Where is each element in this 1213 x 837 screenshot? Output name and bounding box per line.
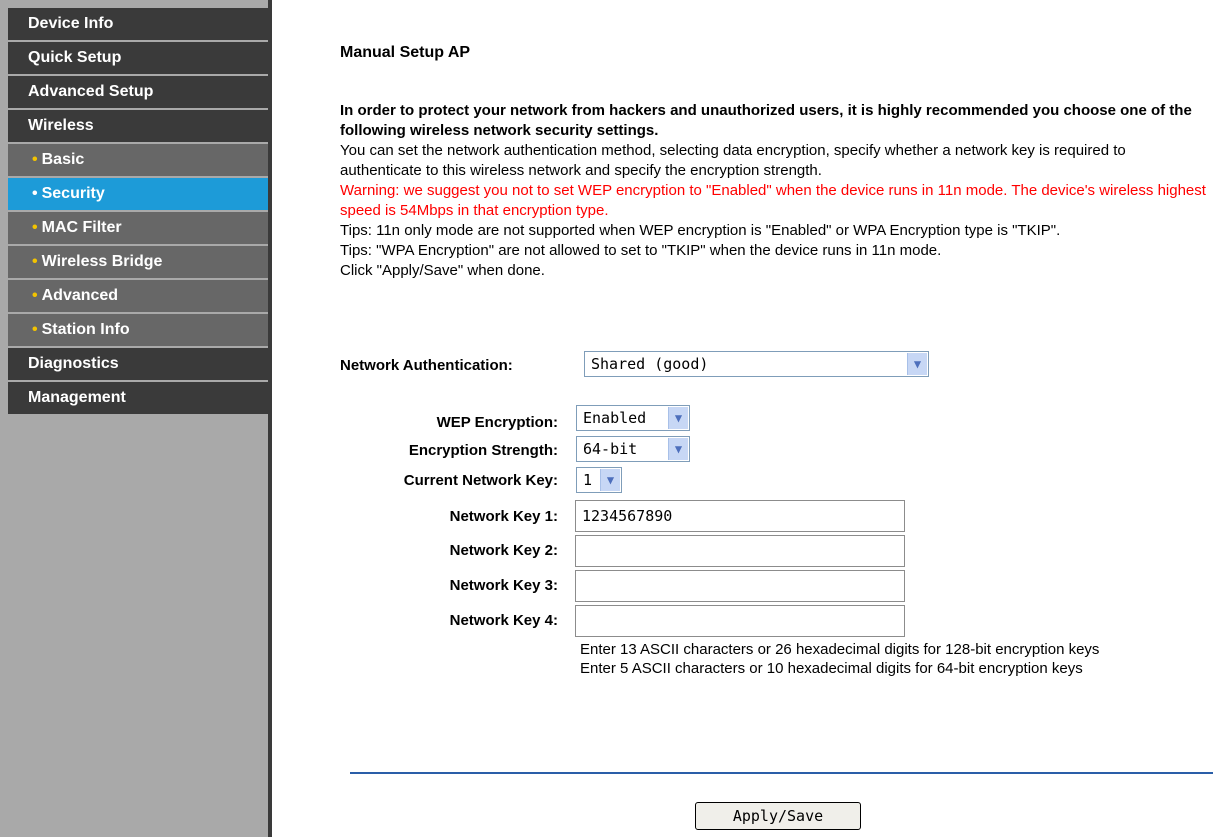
apply-save-button[interactable]: Apply/Save	[695, 802, 861, 830]
bullet-icon: •	[32, 287, 38, 304]
bullet-icon: •	[32, 253, 38, 270]
current-network-key-label: Current Network Key:	[403, 472, 558, 489]
sidebar-item-label: Diagnostics	[28, 355, 119, 372]
key-hint: Enter 13 ASCII characters or 26 hexadeci…	[580, 640, 1100, 678]
sidebar-item-label: Advanced Setup	[28, 83, 154, 100]
bullet-icon: •	[32, 185, 38, 202]
sidebar-item-diagnostics[interactable]: Diagnostics	[8, 348, 270, 380]
network-key-3-input[interactable]	[575, 570, 905, 602]
sidebar-item-label: Advanced	[41, 287, 119, 304]
sidebar-item-label: Basic	[41, 151, 85, 168]
chevron-down-icon: ▼	[668, 407, 688, 429]
intro-bold: In order to protect your network from ha…	[340, 102, 1192, 139]
chevron-down-icon: ▼	[668, 438, 688, 460]
bullet-icon: •	[32, 219, 38, 236]
tip-2: Tips: "WPA Encryption" are not allowed t…	[340, 242, 942, 259]
sidebar-item-management[interactable]: Management	[8, 382, 270, 414]
wep-encryption-label: WEP Encryption:	[436, 414, 558, 431]
network-auth-value: Shared (good)	[591, 355, 709, 373]
hint-64-bit: Enter 5 ASCII characters or 10 hexadecim…	[580, 660, 1083, 677]
encryption-strength-value: 64-bit	[583, 440, 638, 458]
intro-text: In order to protect your network from ha…	[340, 101, 1206, 281]
sidebar: Device Info Quick Setup Advanced Setup W…	[0, 0, 272, 837]
sidebar-item-label: MAC Filter	[41, 219, 122, 236]
sidebar-nav: Device Info Quick Setup Advanced Setup W…	[8, 8, 270, 416]
chevron-down-icon: ▼	[600, 469, 620, 491]
network-key-3-label: Network Key 3:	[449, 577, 558, 594]
encryption-strength-select[interactable]: 64-bit ▼	[576, 436, 690, 462]
tip-1: Tips: 11n only mode are not supported wh…	[340, 222, 1061, 239]
intro-description: You can set the network authentication m…	[340, 142, 1126, 179]
current-network-key-value: 1	[583, 471, 593, 489]
sidebar-item-wireless[interactable]: Wireless	[8, 110, 270, 142]
sidebar-item-mac-filter[interactable]: • MAC Filter	[8, 212, 270, 244]
sidebar-item-advanced[interactable]: • Advanced	[8, 280, 270, 312]
network-key-2-label: Network Key 2:	[449, 542, 558, 559]
divider-line	[350, 772, 1213, 774]
sidebar-item-basic[interactable]: • Basic	[8, 144, 270, 176]
encryption-strength-label: Encryption Strength:	[408, 442, 558, 459]
sidebar-item-label: Station Info	[41, 321, 130, 338]
sidebar-item-label: Device Info	[28, 15, 114, 32]
wep-encryption-select[interactable]: Enabled ▼	[576, 405, 690, 431]
network-key-1-label: Network Key 1:	[449, 508, 558, 525]
current-network-key-select[interactable]: 1 ▼	[576, 467, 622, 493]
sidebar-item-security[interactable]: • Security	[8, 178, 270, 210]
sidebar-item-label: Wireless	[28, 117, 94, 134]
page-title: Manual Setup AP	[340, 44, 471, 61]
sidebar-item-label: Wireless Bridge	[41, 253, 163, 270]
sidebar-item-label: Quick Setup	[28, 49, 122, 66]
network-key-4-label: Network Key 4:	[449, 612, 558, 629]
network-key-1-input[interactable]: 1234567890	[575, 500, 905, 532]
sidebar-item-station-info[interactable]: • Station Info	[8, 314, 270, 346]
main-content: Manual Setup AP In order to protect your…	[272, 0, 1213, 837]
sidebar-item-quick-setup[interactable]: Quick Setup	[8, 42, 270, 74]
wep-encryption-value: Enabled	[583, 409, 647, 427]
network-key-4-input[interactable]	[575, 605, 905, 637]
chevron-down-icon: ▼	[907, 353, 927, 375]
network-key-2-input[interactable]	[575, 535, 905, 567]
hint-128-bit: Enter 13 ASCII characters or 26 hexadeci…	[580, 641, 1100, 658]
warning-text: Warning: we suggest you not to set WEP e…	[340, 182, 1206, 219]
bullet-icon: •	[32, 321, 38, 338]
network-auth-label: Network Authentication:	[340, 357, 513, 374]
click-note: Click "Apply/Save" when done.	[340, 262, 545, 279]
sidebar-item-advanced-setup[interactable]: Advanced Setup	[8, 76, 270, 108]
bullet-icon: •	[32, 151, 38, 168]
sidebar-item-label: Security	[41, 185, 105, 202]
sidebar-item-device-info[interactable]: Device Info	[8, 8, 270, 40]
sidebar-item-wireless-bridge[interactable]: • Wireless Bridge	[8, 246, 270, 278]
network-auth-select[interactable]: Shared (good) ▼	[584, 351, 929, 377]
sidebar-item-label: Management	[28, 389, 126, 406]
